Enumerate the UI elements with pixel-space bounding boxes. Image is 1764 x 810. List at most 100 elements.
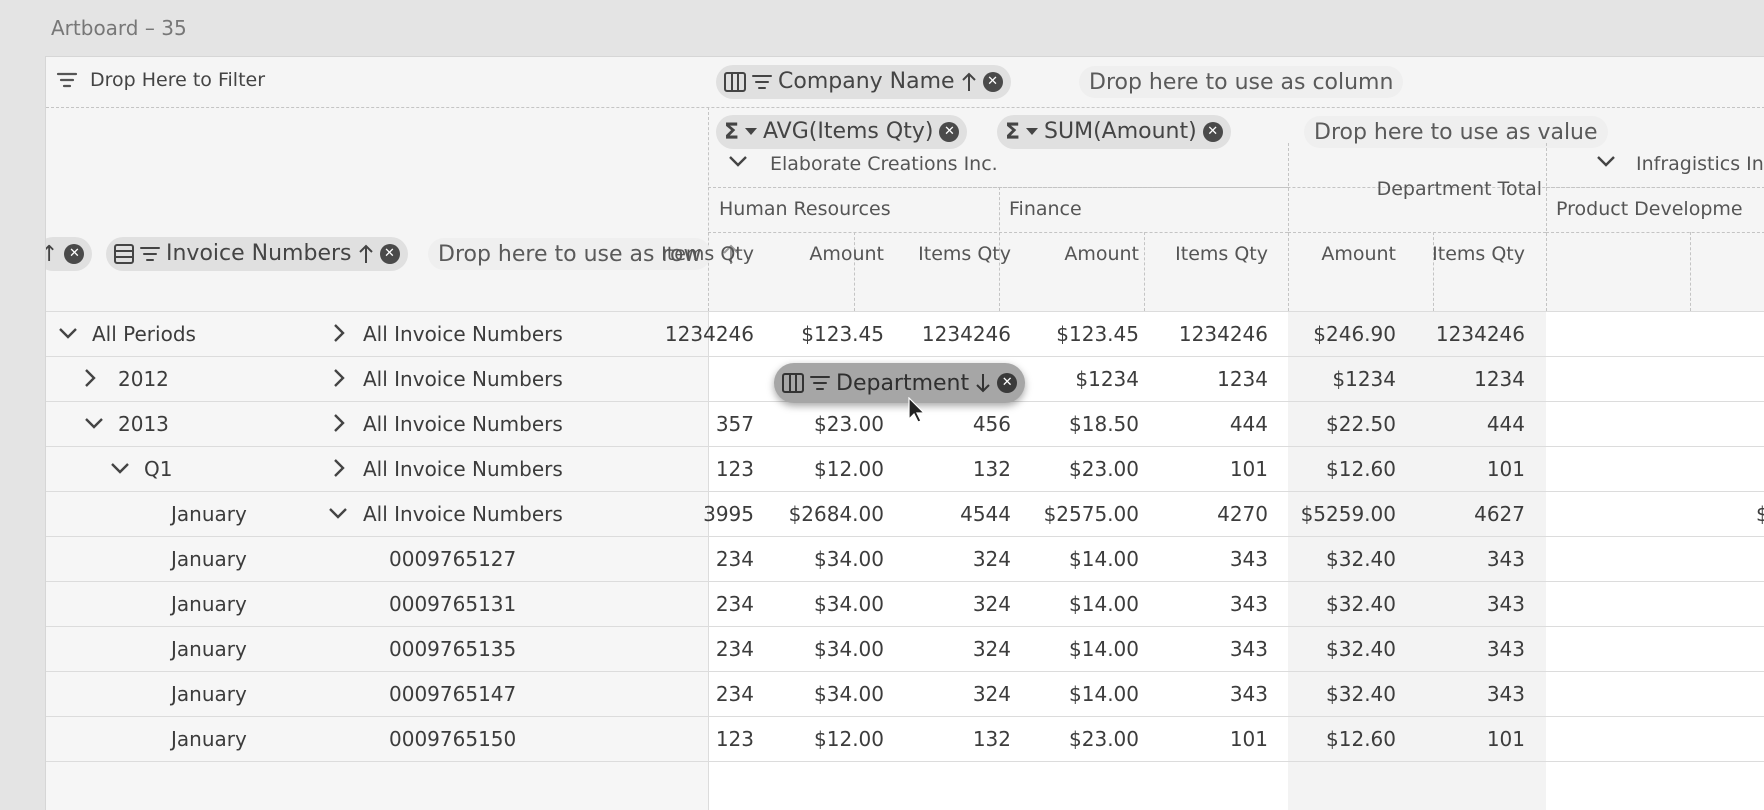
value-cell: 123 — [715, 727, 754, 751]
expand-chevron-icon[interactable] — [333, 458, 345, 478]
value-cell: 1234246 — [664, 322, 754, 346]
value-cell: $123.45 — [1056, 322, 1139, 346]
value-cell: $32.40 — [1326, 592, 1396, 616]
invoice-cell: 0009765150 — [389, 727, 517, 751]
expand-chevron-icon[interactable] — [333, 323, 345, 343]
divider — [1690, 232, 1691, 311]
chip-label: Company Name — [778, 69, 955, 94]
table-row: January 0009765135 234 $34.00 324 $14.00 343 $3… — [46, 626, 1764, 671]
value-cell: $14.00 — [1069, 547, 1139, 571]
value-cell: 343 — [1486, 637, 1525, 661]
remove-chip-icon[interactable]: ✕ — [997, 373, 1018, 393]
row-dimension-icon — [114, 244, 134, 264]
collapse-chevron-icon[interactable] — [728, 155, 748, 167]
value-cell: 444 — [1486, 412, 1525, 436]
table-row: January 0009765147 234 $34.00 324 $14.00 343 $3… — [46, 671, 1764, 716]
pivot-grid: Drop Here to Filter Company Name ✕ Drop … — [45, 56, 1764, 810]
measure-header-items-qty[interactable]: Items Qty — [1325, 242, 1525, 266]
sort-ascending-icon[interactable]: ↑ — [46, 242, 58, 267]
aggregate-dropdown-icon[interactable] — [745, 128, 758, 136]
divider — [1288, 232, 1546, 233]
period-cell: January — [171, 592, 247, 616]
divider — [1546, 143, 1547, 311]
invoice-cell: 0009765131 — [389, 592, 517, 616]
company-header-infragistics: Infragistics In — [1636, 153, 1764, 175]
column-chip-company-name[interactable]: Company Name ✕ — [716, 65, 1011, 99]
department-header-product-development: Product Developme — [1556, 198, 1743, 220]
chip-label: SUM(Amount) — [1044, 119, 1197, 144]
remove-chip-icon[interactable]: ✕ — [939, 122, 960, 142]
sort-ascending-icon[interactable] — [358, 244, 374, 264]
filter-icon — [56, 69, 78, 91]
period-cell: January — [171, 547, 247, 571]
value-cell: 343 — [1486, 547, 1525, 571]
remove-chip-icon[interactable]: ✕ — [379, 244, 400, 264]
column-drop-area[interactable]: Drop here to use as column — [1079, 66, 1404, 98]
expand-chevron-icon[interactable] — [84, 368, 96, 388]
period-cell: 2012 — [118, 367, 169, 391]
table-row: January All Invoice Numbers 3995 $2684.00 45… — [46, 491, 1764, 536]
chip-filter-icon[interactable] — [810, 374, 830, 392]
chip-label: Department — [836, 370, 970, 396]
invoice-cell: All Invoice Numbers — [363, 367, 563, 391]
value-drop-area[interactable]: Drop here to use as value — [1304, 116, 1608, 148]
period-cell: 2013 — [118, 412, 169, 436]
remove-chip-icon[interactable]: ✕ — [64, 244, 85, 264]
value-cell: $32.40 — [1326, 547, 1396, 571]
invoice-cell: All Invoice Numbers — [363, 457, 563, 481]
period-cell: January — [171, 682, 247, 706]
remove-chip-icon[interactable]: ✕ — [982, 72, 1003, 92]
value-cell: 234 — [715, 682, 754, 706]
value-cell: $1234 — [1332, 367, 1396, 391]
invoice-cell: 0009765147 — [389, 682, 517, 706]
value-cell: 234 — [715, 592, 754, 616]
value-cell: 3995 — [703, 502, 754, 526]
sort-ascending-icon[interactable] — [961, 72, 977, 92]
remove-chip-icon[interactable]: ✕ — [1202, 122, 1223, 142]
table-row: January 0009765127 234 $34.00 324 $14.00 343 $3… — [46, 536, 1764, 581]
invoice-cell: All Invoice Numbers — [363, 412, 563, 436]
value-cell: $2575.00 — [1043, 502, 1139, 526]
value-cell: $12.60 — [1326, 457, 1396, 481]
value-cell: $14.00 — [1069, 682, 1139, 706]
invoice-cell: 0009765127 — [389, 547, 517, 571]
mouse-cursor-icon — [908, 397, 926, 423]
expand-chevron-icon[interactable] — [333, 368, 345, 388]
chip-filter-icon[interactable] — [752, 73, 772, 91]
period-cell: January — [171, 727, 247, 751]
dragging-chip-department[interactable]: Department ✕ — [774, 363, 1026, 403]
value-cell: 234 — [715, 547, 754, 571]
value-chip-sum-amount[interactable]: Σ SUM(Amount) ✕ — [997, 115, 1231, 149]
expand-chevron-icon[interactable] — [333, 413, 345, 433]
divider — [1546, 232, 1764, 233]
collapse-chevron-icon[interactable] — [1596, 155, 1616, 167]
value-cell: 1234246 — [1435, 322, 1525, 346]
row-chip-truncated[interactable]: ↑ ✕ — [46, 237, 93, 271]
divider — [1288, 143, 1289, 311]
row-chip-invoice-numbers[interactable]: Invoice Numbers ✕ — [106, 237, 408, 271]
chip-filter-icon[interactable] — [140, 245, 160, 263]
collapse-chevron-icon[interactable] — [84, 417, 104, 429]
table-row: 2013 All Invoice Numbers 357 $23.00 456 $18.5… — [46, 401, 1764, 446]
invoice-cell: 0009765135 — [389, 637, 517, 661]
collapse-chevron-icon[interactable] — [58, 327, 78, 339]
chip-label: AVG(Items Qty) — [763, 119, 934, 144]
table-row: January 0009765131 234 $34.00 324 $14.00 343 $3… — [46, 581, 1764, 626]
table-row: January 0009765150 123 $12.00 132 $23.00 101 $1… — [46, 716, 1764, 761]
value-cell: $32.40 — [1326, 682, 1396, 706]
period-cell: Q1 — [144, 457, 173, 481]
value-cell: $14.00 — [1069, 592, 1139, 616]
filter-drop-area-label[interactable]: Drop Here to Filter — [90, 68, 265, 92]
value-cell: 357 — [715, 412, 754, 436]
collapse-chevron-icon[interactable] — [328, 507, 348, 519]
value-chip-avg-items-qty[interactable]: Σ AVG(Items Qty) ✕ — [716, 115, 968, 149]
value-cell: 123 — [715, 457, 754, 481]
chip-label: Invoice Numbers — [166, 241, 352, 266]
sort-descending-icon[interactable] — [975, 373, 991, 393]
value-cell: 101 — [1486, 727, 1525, 751]
period-cell: All Periods — [92, 322, 196, 346]
clipped-value-cell: $ — [1756, 502, 1764, 526]
collapse-chevron-icon[interactable] — [110, 462, 130, 474]
aggregate-dropdown-icon[interactable] — [1026, 128, 1039, 136]
value-cell: $14.00 — [1069, 637, 1139, 661]
